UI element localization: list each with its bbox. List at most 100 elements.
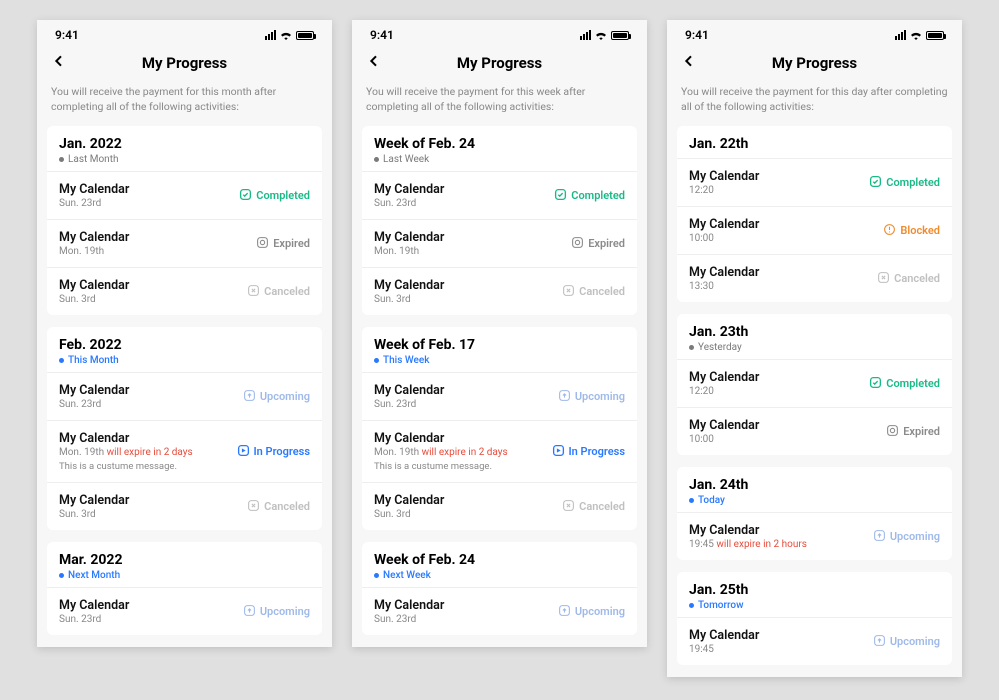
calendar-item[interactable]: My Calendar Sun. 3rd Canceled — [47, 267, 322, 315]
item-subtitle: 12:20 — [689, 386, 759, 397]
progress-section: Week of Feb. 24 Last Week My Calendar Su… — [362, 126, 637, 315]
section-title: Jan. 25th — [689, 582, 940, 598]
calendar-item[interactable]: My Calendar Mon. 19th will expire in 2 d… — [47, 420, 322, 482]
calendar-item[interactable]: My Calendar Mon. 19th Expired — [362, 219, 637, 267]
section-title: Week of Feb. 24 — [374, 136, 625, 152]
item-note: This is a custume message. — [59, 461, 193, 472]
item-name: My Calendar — [374, 278, 444, 293]
upcoming-icon — [558, 389, 571, 405]
section-title: Jan. 23th — [689, 324, 940, 340]
status-label: Upcoming — [890, 635, 940, 648]
section-tag: This Month — [59, 355, 310, 366]
completed-icon — [869, 175, 882, 191]
progress-section: Feb. 2022 This Month My Calendar Sun. 23… — [47, 327, 322, 530]
item-subtitle: Sun. 3rd — [59, 509, 129, 520]
status-badge-upcoming: Upcoming — [558, 389, 625, 405]
section-title: Feb. 2022 — [59, 337, 310, 353]
item-subtitle: Sun. 23rd — [59, 399, 129, 410]
item-subtitle: 19:45 will expire in 2 hours — [689, 539, 807, 550]
calendar-item[interactable]: My Calendar Mon. 19th Expired — [47, 219, 322, 267]
section-title: Jan. 22th — [689, 136, 940, 152]
status-badge-completed: Completed — [869, 175, 940, 191]
calendar-item[interactable]: My Calendar Mon. 19th will expire in 2 d… — [362, 420, 637, 482]
section-title: Week of Feb. 17 — [374, 337, 625, 353]
status-label: Canceled — [894, 272, 940, 285]
nav-header: My Progress — [352, 46, 647, 84]
status-bar: 9:41 — [352, 20, 647, 46]
status-badge-inprogress: In Progress — [237, 444, 310, 460]
status-label: Canceled — [264, 285, 310, 298]
upcoming-icon — [873, 529, 886, 545]
back-button[interactable] — [51, 52, 67, 74]
back-button[interactable] — [366, 52, 382, 74]
wifi-icon — [279, 30, 293, 40]
signal-icon — [265, 30, 276, 40]
item-subtitle: Mon. 19th will expire in 2 days — [374, 447, 508, 458]
calendar-item[interactable]: My Calendar Sun. 23rd Completed — [362, 171, 637, 219]
status-time: 9:41 — [55, 28, 79, 42]
status-label: Upcoming — [890, 530, 940, 543]
battery-icon — [296, 31, 314, 40]
status-badge-completed: Completed — [239, 188, 310, 204]
page-title: My Progress — [352, 54, 647, 72]
section-header: Jan. 23th Yesterday — [677, 314, 952, 359]
section-header: Mar. 2022 Next Month — [47, 542, 322, 587]
calendar-item[interactable]: My Calendar 19:45 Upcoming — [677, 617, 952, 665]
item-name: My Calendar — [374, 383, 444, 398]
signal-icon — [580, 30, 591, 40]
calendar-item[interactable]: My Calendar Sun. 23rd Upcoming — [362, 587, 637, 635]
status-badge-inprogress: In Progress — [552, 444, 625, 460]
calendar-item[interactable]: My Calendar 19:45 will expire in 2 hours… — [677, 512, 952, 560]
canceled-icon — [562, 499, 575, 515]
section-tag: Next Month — [59, 570, 310, 581]
item-name: My Calendar — [689, 523, 807, 538]
status-badge-canceled: Canceled — [562, 284, 625, 300]
item-name: My Calendar — [374, 230, 444, 245]
calendar-item[interactable]: My Calendar 13:30 Canceled — [677, 254, 952, 302]
item-subtitle: Mon. 19th will expire in 2 days — [59, 447, 193, 458]
section-header: Week of Feb. 24 Next Week — [362, 542, 637, 587]
section-header: Jan. 24th Today — [677, 467, 952, 512]
status-time: 9:41 — [685, 28, 709, 42]
calendar-item[interactable]: My Calendar Sun. 23rd Upcoming — [47, 372, 322, 420]
item-name: My Calendar — [59, 230, 129, 245]
status-badge-completed: Completed — [554, 188, 625, 204]
status-bar: 9:41 — [667, 20, 962, 46]
calendar-item[interactable]: My Calendar Sun. 3rd Canceled — [362, 267, 637, 315]
blocked-icon — [883, 223, 896, 239]
calendar-item[interactable]: My Calendar 12:20 Completed — [677, 359, 952, 407]
status-badge-expired: Expired — [256, 236, 310, 252]
section-tag: Next Week — [374, 570, 625, 581]
item-subtitle: Sun. 23rd — [374, 399, 444, 410]
intro-text: You will receive the payment for this mo… — [37, 84, 332, 126]
calendar-item[interactable]: My Calendar Sun. 23rd Completed — [47, 171, 322, 219]
calendar-item[interactable]: My Calendar Sun. 3rd Canceled — [362, 482, 637, 530]
calendar-item[interactable]: My Calendar 10:00 Blocked — [677, 206, 952, 254]
status-badge-canceled: Canceled — [247, 499, 310, 515]
calendar-item[interactable]: My Calendar 12:20 Completed — [677, 158, 952, 206]
section-header: Jan. 25th Tomorrow — [677, 572, 952, 617]
inprogress-icon — [552, 444, 565, 460]
inprogress-icon — [237, 444, 250, 460]
section-title: Jan. 24th — [689, 477, 940, 493]
item-subtitle: Mon. 19th — [59, 246, 129, 257]
item-subtitle: 12:20 — [689, 185, 759, 196]
calendar-item[interactable]: My Calendar Sun. 3rd Canceled — [47, 482, 322, 530]
calendar-item[interactable]: My Calendar Sun. 23rd Upcoming — [47, 587, 322, 635]
status-label: Upcoming — [575, 390, 625, 403]
calendar-item[interactable]: My Calendar 10:00 Expired — [677, 407, 952, 455]
progress-section: Jan. 23th Yesterday My Calendar 12:20 Co… — [677, 314, 952, 455]
status-badge-completed: Completed — [869, 376, 940, 392]
back-button[interactable] — [681, 52, 697, 74]
status-label: Expired — [273, 237, 310, 250]
upcoming-icon — [873, 634, 886, 650]
item-name: My Calendar — [689, 169, 759, 184]
item-name: My Calendar — [374, 182, 444, 197]
item-subtitle: Sun. 3rd — [59, 294, 129, 305]
status-label: Completed — [256, 189, 310, 202]
item-name: My Calendar — [59, 598, 129, 613]
status-label: Expired — [588, 237, 625, 250]
item-name: My Calendar — [689, 418, 759, 433]
status-badge-expired: Expired — [886, 424, 940, 440]
calendar-item[interactable]: My Calendar Sun. 23rd Upcoming — [362, 372, 637, 420]
